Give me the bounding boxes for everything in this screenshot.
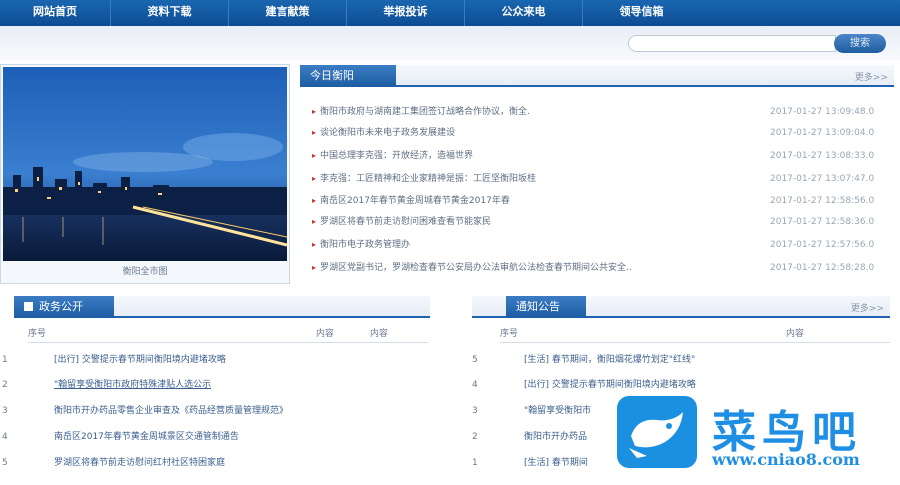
nav-home[interactable]: 网站首页 — [0, 0, 110, 26]
nav-public-calls[interactable]: 公众来电 — [465, 0, 582, 26]
city-night-photo[interactable] — [3, 67, 287, 261]
list-item[interactable]: ▸ 谈论衡阳市未来电子政务发展建设 2017-01-27 13:09:04.0 — [312, 124, 892, 142]
tab-today-hengyang[interactable]: 今日衡阳 — [300, 65, 396, 87]
table-row[interactable]: 1 [出行] 交警提示春节期间衡阳境内避堵攻略 — [2, 350, 422, 370]
today-panel-header: 今日衡阳 更多>> — [300, 65, 894, 87]
watermark-logo: 菜鸟吧 www.cniao8.com — [612, 390, 900, 480]
nav-leader-mailbox[interactable]: 领导信箱 — [583, 0, 700, 26]
top-nav: 网站首页 资料下载 建言献策 举报投诉 公众来电 领导信箱 — [0, 0, 900, 26]
list-item[interactable]: ▸ 衡阳市政府与湖南建工集团签订战略合作协议，衡全. 2017-01-27 13:0… — [312, 103, 892, 121]
notice-panel-header: 通知公告 更多>> — [472, 296, 890, 318]
gov-table-header: 序号 内容 内容 — [28, 325, 428, 343]
bullet-icon: ▸ — [312, 151, 317, 160]
bullet-icon: ▸ — [312, 174, 317, 183]
bullet-icon: ▸ — [312, 107, 317, 116]
list-item[interactable]: ▸ 中国总理李克强：开放经济，造福世界 2017-01-27 13:08:33.0 — [312, 147, 892, 165]
notice-table-header: 序号 内容 — [500, 325, 890, 343]
list-item[interactable]: ▸ 李克强：工匠精神和企业家精神是振：工匠坚衡阳坂桂 2017-01-27 13:0… — [312, 170, 892, 188]
bullet-icon: ▸ — [312, 217, 317, 226]
notice-more-link[interactable]: 更多>> — [851, 301, 884, 314]
table-row[interactable]: 2 "翰留享受衡阳市政府特殊津贴人选公示 — [2, 375, 422, 395]
list-item[interactable]: ▸ 南岳区2017年春节黄金周城春节黄金2017年春 2017-01-27 12:5… — [312, 192, 892, 210]
bullet-icon: ▸ — [312, 128, 317, 137]
list-item[interactable]: ▸ 衡阳市电子政务管理办 2017-01-27 12:57:56.0 — [312, 236, 892, 254]
photo-caption: 衡阳全市图 — [122, 267, 168, 277]
table-row[interactable]: 4 南岳区2017年春节黄金周城景区交通管制通告 — [2, 427, 422, 447]
tab-notices[interactable]: 通知公告 — [506, 296, 586, 318]
city-photo-panel: 衡阳全市图 — [0, 64, 290, 284]
bird-logo-icon — [617, 396, 697, 468]
gov-panel-header: 政务公开 — [14, 296, 430, 318]
bullet-icon: ▸ — [312, 263, 317, 272]
watermark-url: www.cniao8.com — [712, 450, 860, 469]
nav-suggestions[interactable]: 建言献策 — [229, 0, 346, 26]
search-button[interactable]: 搜索 — [834, 34, 886, 53]
table-row[interactable]: 5 罗湖区将春节前走访慰问红村社区特困家庭 — [2, 453, 422, 473]
list-item[interactable]: ▸ 罗湖区将春节前走访慰问困难查看节能家民 2017-01-27 12:58:36.… — [312, 213, 892, 231]
search-bar: 搜索 — [0, 26, 900, 60]
list-item[interactable]: ▸ 罗湖区党副书记，罗湖检查春节公安局办公法审航公法检查春节期间公共安全.. 201… — [312, 259, 892, 277]
nav-complaints[interactable]: 举报投诉 — [347, 0, 464, 26]
bullet-icon: ▸ — [312, 196, 317, 205]
nav-downloads[interactable]: 资料下载 — [111, 0, 228, 26]
today-more-link[interactable]: 更多>> — [855, 70, 888, 83]
table-row[interactable]: 5 [生活] 春节期间，衡阳烟花爆竹划定"红线" — [472, 350, 892, 370]
search-input[interactable] — [628, 35, 836, 52]
table-row[interactable]: 3 衡阳市开办药品零售企业审查及《药品经营质量管理规范》 — [2, 401, 422, 421]
bullet-icon: ▸ — [312, 240, 317, 249]
tab-gov-affairs[interactable]: 政务公开 — [14, 296, 114, 318]
document-icon — [24, 302, 33, 311]
